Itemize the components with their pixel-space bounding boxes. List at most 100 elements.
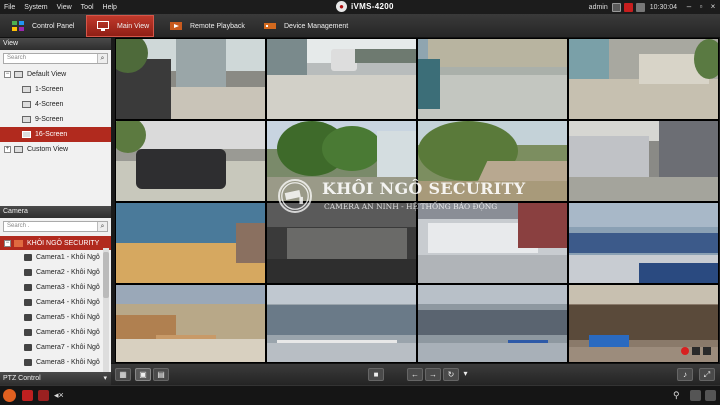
device-icon [264,23,276,29]
tab-control-panel[interactable]: Control Panel [2,15,84,37]
camera-item[interactable]: Camera4 - Khôi Ngô [0,295,111,310]
collapse-icon[interactable]: − [4,71,11,78]
playback-icon [170,22,182,30]
restore-icon[interactable] [690,390,701,401]
tab-label: Main View [117,22,150,30]
video-tile[interactable] [267,39,416,119]
video-tile[interactable] [569,203,718,283]
message-icon[interactable] [38,390,49,401]
alarm-status-icon[interactable] [3,389,16,402]
layout-icon[interactable]: ▦ [115,368,131,381]
event-icon[interactable] [22,390,33,401]
custom-layout-icon[interactable]: ▤ [153,368,169,381]
camera-item[interactable]: Camera3 - Khôi Ngô [0,280,111,295]
tree-item-custom-view[interactable]: + Custom View [0,142,111,157]
alarm-icon[interactable] [623,2,633,12]
tree-item-label: 4-Screen [35,101,64,108]
camera-item[interactable]: Camera6 - Khôi Ngô [0,325,111,340]
tab-device-management[interactable]: Device Management [254,15,354,37]
minimize-icon[interactable]: – [684,2,694,12]
camera-group-label: KHÔI NGÔ SECURITY [27,239,100,247]
close-icon[interactable]: × [708,2,718,12]
tab-label: Device Management [284,22,349,30]
expand-icon[interactable]: + [4,146,11,153]
view-search-input[interactable]: Search ⌕ [3,53,108,64]
fullscreen-icon[interactable]: ⤢ [699,368,715,381]
watermark-camera-logo [278,179,312,213]
tab-remote-playback[interactable]: Remote Playback [160,15,250,37]
search-icon[interactable]: ⌕ [97,222,107,231]
camera-icon [24,314,32,321]
expand-panel-icon[interactable] [705,390,716,401]
camera-panel-header[interactable]: Camera [0,206,111,218]
ptz-title: PTZ Control [3,375,41,382]
module-tab-bar: Control Panel Main View Remote Playback … [0,14,720,38]
video-tile[interactable] [569,121,718,201]
screen-layout-icon [22,101,31,108]
chevron-down-icon[interactable]: ▾ [103,372,107,385]
next-icon[interactable]: → [425,368,441,381]
live-view-toolbar: ▦ ▣ ▤ ■ ← → ↻ ▾ ♪ ⤢ [111,363,720,385]
video-tile[interactable] [116,121,265,201]
camera-item[interactable]: Camera8 - Khôi Ngô [0,355,111,370]
chevron-down-icon[interactable]: ▾ [461,368,470,381]
video-tile[interactable] [116,203,265,283]
tree-item-label: 1-Screen [35,86,64,93]
menu-view[interactable]: View [57,4,72,11]
menu-file[interactable]: File [4,4,15,11]
tile-capture-icon[interactable] [692,347,700,355]
pin-icon[interactable]: ⚲ [673,390,684,401]
camera-item[interactable]: Camera5 - Khôi Ngô [0,310,111,325]
camera-group[interactable]: − KHÔI NGÔ SECURITY [0,236,111,250]
ptz-control-header[interactable]: PTZ Control ▾ [0,372,111,385]
camera-label: Camera8 - Khôi Ngô [36,359,100,366]
lock-icon[interactable] [611,2,621,12]
menu-tool[interactable]: Tool [81,4,94,11]
previous-icon[interactable]: ← [407,368,423,381]
camera-icon [24,269,32,276]
screen-layout-icon [22,116,31,123]
camera-item[interactable]: Camera2 - Khôi Ngô [0,265,111,280]
save-view-icon[interactable]: ▣ [135,368,151,381]
video-tile[interactable] [267,285,416,362]
video-tile[interactable] [116,39,265,119]
video-tile[interactable] [418,39,567,119]
encoder-icon [14,239,23,247]
camera-item[interactable]: Camera7 - Khôi Ngô [0,340,111,355]
view-search-placeholder: Search [7,55,27,61]
video-tile[interactable] [569,39,718,119]
camera-label: Camera2 - Khôi Ngô [36,269,100,276]
watermark-title: KHÔI NGÔ SECURITY [322,179,526,198]
monitor-icon [97,21,109,31]
tree-item-16-screen[interactable]: 16-Screen [0,127,111,142]
scrollbar-thumb[interactable] [103,252,109,298]
volume-icon[interactable]: ♪ [677,368,693,381]
menu-help[interactable]: Help [103,4,117,11]
status-bar: ◂× ⚲ [0,385,720,405]
tree-item-9-screen[interactable]: 9-Screen [0,112,111,127]
hik-logo-icon: ● [336,1,347,12]
watermark-subtitle: CAMERA AN NINH - HỆ THỐNG BÁO ĐỘNG [324,202,498,211]
tile-close-icon[interactable] [703,347,711,355]
mute-icon[interactable]: ◂× [54,390,65,401]
video-tile[interactable] [418,285,567,362]
camera-list-scrollbar[interactable] [103,248,109,373]
tree-item-4-screen[interactable]: 4-Screen [0,97,111,112]
camera-search-input[interactable]: Search . ⌕ [3,221,108,232]
video-tile[interactable] [116,285,265,362]
video-tile[interactable] [569,285,718,362]
maximize-icon[interactable]: ▫ [696,2,706,12]
refresh-icon[interactable]: ↻ [443,368,459,381]
menu-system[interactable]: System [24,4,47,11]
tab-main-view[interactable]: Main View [86,15,154,37]
tab-label: Remote Playback [190,22,245,30]
view-panel-header[interactable]: View [0,38,111,50]
tree-item-default-view[interactable]: − Default View [0,67,111,82]
tree-item-label: 16-Screen [35,131,68,138]
camera-icon [24,329,32,336]
search-icon[interactable]: ⌕ [97,54,107,63]
camera-item[interactable]: Camera1 - Khôi Ngô [0,250,111,265]
collapse-icon[interactable]: − [4,239,11,247]
stop-all-icon[interactable]: ■ [368,368,384,381]
tree-item-1-screen[interactable]: 1-Screen [0,82,111,97]
